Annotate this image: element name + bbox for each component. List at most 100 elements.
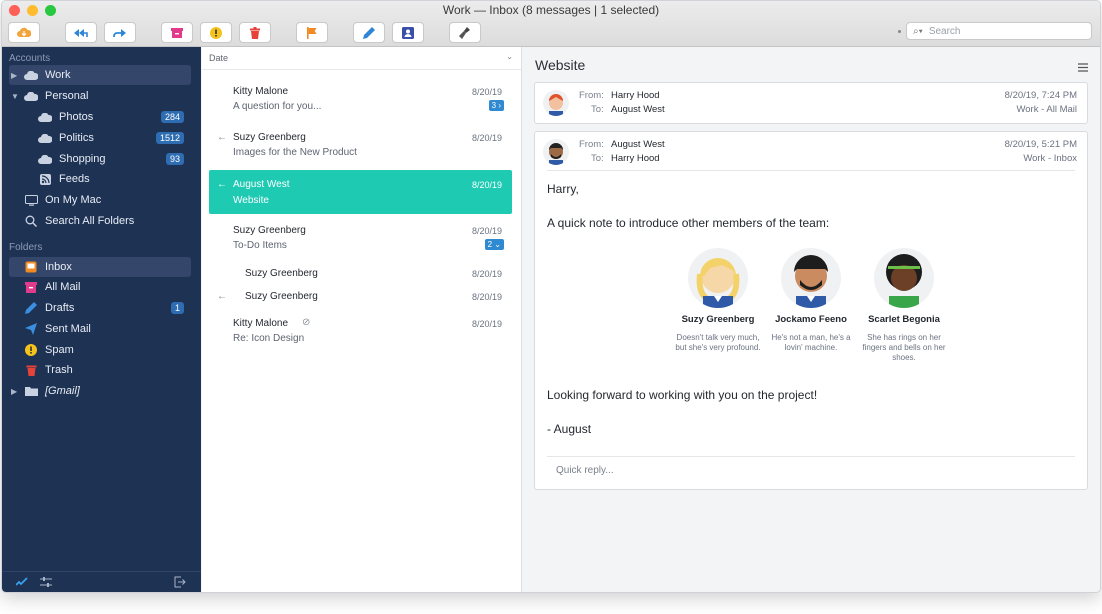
search-placeholder: Search — [928, 25, 961, 37]
sidebar-item-inbox[interactable]: Inbox — [9, 257, 191, 277]
hamburger-menu-icon[interactable] — [1078, 59, 1088, 77]
list-item[interactable]: Suzy Greenberg 8/20/19 — [209, 262, 512, 284]
message-date: 8/20/19, 5:21 PM — [1004, 139, 1077, 150]
folders-section-title: Folders — [9, 242, 43, 253]
sidebar-item-label: Drafts — [45, 302, 75, 314]
activity-icon[interactable] — [15, 575, 28, 592]
header-divider — [547, 170, 1075, 171]
flag-icon — [307, 26, 317, 39]
member-name: Jockamo Feeno — [775, 314, 847, 325]
replied-arrow-icon: ← — [217, 179, 227, 190]
folder-icon — [23, 384, 39, 398]
disclosure-right-icon: ▶ — [11, 70, 18, 80]
address-book-button[interactable] — [392, 22, 424, 43]
sidebar-item-label: Personal — [45, 90, 89, 102]
sidebar-item-photos[interactable]: Photos 284 — [9, 107, 191, 127]
thread-count-badge[interactable]: 3 › — [488, 100, 504, 111]
sidebar-item-trash[interactable]: Trash — [9, 360, 191, 380]
sidebar-item-personal[interactable]: ▼ Personal — [9, 86, 191, 106]
broom-icon — [459, 26, 470, 39]
sidebar-item-feeds[interactable]: Feeds — [9, 169, 191, 189]
sidebar-item-label: Trash — [45, 364, 73, 376]
forward-button[interactable] — [104, 22, 136, 43]
sidebar-item-label: Feeds — [59, 173, 90, 185]
flag-button[interactable] — [296, 22, 328, 43]
message-date: 8/20/19 — [471, 292, 502, 302]
sign-out-icon[interactable] — [174, 575, 186, 592]
sidebar-item-all-mail[interactable]: All Mail — [9, 277, 191, 297]
message-sender: Suzy Greenberg — [245, 268, 318, 279]
list-item[interactable]: ← Suzy Greenberg Images for the New Prod… — [209, 126, 512, 166]
cloud-icon — [37, 152, 53, 166]
list-item-selected[interactable]: ← August West Website 8/20/19 — [209, 170, 512, 214]
sidebar-item-label: Politics — [59, 132, 94, 144]
reading-pane: Website From: Harry Hood To: August West… — [522, 47, 1100, 592]
list-item[interactable]: Suzy Greenberg To-Do Items 8/20/19 2 ⌄ — [209, 219, 512, 259]
team-member-card: Jockamo Feeno He's not a man, he's a lov… — [766, 248, 856, 353]
reply-all-button[interactable] — [65, 22, 97, 43]
compose-button[interactable] — [353, 22, 385, 43]
list-item[interactable]: ← Suzy Greenberg 8/20/19 — [209, 285, 512, 307]
message-list: Date ⌄ Kitty Malone A question for you..… — [202, 47, 522, 592]
message-date: 8/20/19 — [471, 269, 502, 279]
sort-button[interactable]: Date — [209, 53, 228, 63]
window-title: Work — Inbox (8 messages | 1 selected) — [442, 3, 660, 17]
sidebar-item-on-my-mac[interactable]: On My Mac — [9, 190, 191, 210]
sidebar-item-label: Photos — [59, 111, 94, 123]
spam-button[interactable] — [200, 22, 232, 43]
sidebar-item-sent-mail[interactable]: Sent Mail — [9, 319, 191, 339]
cleanup-button[interactable] — [449, 22, 481, 43]
message-sender: Kitty Malone — [233, 86, 289, 97]
sidebar-item-label: Sent Mail — [45, 323, 91, 335]
sidebar-item-search-all[interactable]: Search All Folders — [9, 211, 191, 231]
sidebar-item-drafts[interactable]: Drafts 1 — [9, 298, 191, 318]
get-mail-button[interactable] — [8, 22, 40, 43]
delete-button[interactable] — [239, 22, 271, 43]
sidebar-item-shopping[interactable]: Shopping 93 — [9, 149, 191, 169]
message-date: 8/20/19, 7:24 PM — [1004, 90, 1077, 101]
attachment-icon: ⊘ — [302, 317, 311, 328]
message-sender: Kitty Malone — [233, 318, 289, 329]
from-value: Harry Hood — [611, 90, 660, 101]
replied-arrow-icon: ← — [217, 132, 227, 143]
search-input[interactable]: ⌕▾ Search — [906, 22, 1092, 40]
to-value: August West — [611, 104, 665, 115]
pencil-icon — [363, 26, 375, 39]
cloud-icon — [37, 110, 53, 124]
list-item[interactable]: Kitty Malone A question for you... 8/20/… — [209, 80, 512, 120]
sidebar-item-label: Search All Folders — [45, 215, 135, 227]
avatar — [543, 139, 569, 165]
sidebar-item-label: On My Mac — [45, 194, 102, 206]
warning-icon — [210, 26, 222, 39]
sliders-icon[interactable] — [40, 575, 52, 592]
sidebar-item-politics[interactable]: Politics 1512 — [9, 128, 191, 148]
sidebar-item-spam[interactable]: Spam — [9, 340, 191, 360]
pencil-icon — [23, 301, 39, 315]
member-name: Suzy Greenberg — [681, 314, 755, 325]
sidebar-item-label: [Gmail] — [45, 385, 80, 397]
unread-badge: 1512 — [155, 132, 184, 144]
mail-window: Work — Inbox (8 messages | 1 selected) ⌕… — [1, 0, 1101, 593]
list-item[interactable]: Kitty Malone ⊘ Re: Icon Design 8/20/19 — [209, 312, 512, 352]
from-label: From: — [579, 139, 604, 150]
sidebar: Accounts ▶ Work ▼ Personal Photos 284 Po… — [2, 47, 201, 592]
inbox-icon — [23, 260, 39, 274]
member-description: He's not a man, he's a lovin' machine. — [771, 333, 851, 352]
chevron-down-icon[interactable]: ⌄ — [506, 52, 513, 61]
thread-count-badge[interactable]: 2 ⌄ — [484, 239, 504, 250]
sidebar-item-gmail[interactable]: ▶ [Gmail] — [9, 381, 191, 401]
accounts-section-title: Accounts — [9, 53, 51, 64]
contacts-icon — [402, 26, 414, 39]
sidebar-footer — [2, 571, 201, 592]
thread-count: 2 — [487, 240, 493, 249]
message-date: 8/20/19 — [471, 133, 502, 143]
archive-button[interactable] — [161, 22, 193, 43]
thread-count: 3 — [491, 101, 497, 110]
sidebar-item-label: Inbox — [45, 261, 72, 273]
greeting-text: Harry, — [547, 182, 579, 196]
unread-badge: 93 — [165, 153, 184, 165]
quick-reply-input[interactable]: Quick reply... — [556, 465, 614, 476]
collapsed-message-card[interactable]: From: Harry Hood To: August West 8/20/19… — [534, 82, 1088, 124]
monitor-icon — [23, 193, 39, 207]
sidebar-item-work[interactable]: ▶ Work — [9, 65, 191, 85]
